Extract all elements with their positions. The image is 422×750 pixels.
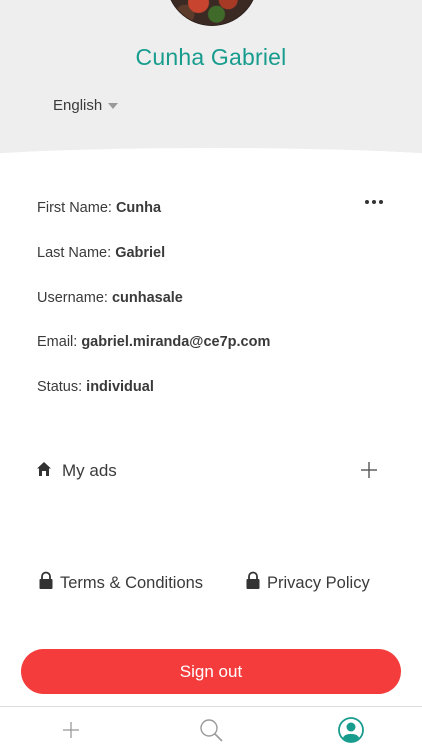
language-selector[interactable]: English (53, 95, 119, 115)
status-label: Status: (37, 379, 83, 395)
bottom-tab-bar (0, 706, 422, 750)
user-icon (338, 717, 364, 743)
username-label: Username: (37, 290, 108, 306)
language-label: English (53, 96, 103, 114)
status-value: individual (86, 379, 154, 395)
username-row: Username: cunhasale (37, 290, 183, 306)
tab-search[interactable] (198, 717, 224, 743)
my-ads-label: My ads (62, 461, 117, 480)
last-name-label: Last Name: (37, 245, 112, 261)
profile-name: Cunha Gabriel (135, 44, 287, 70)
add-ad-button[interactable] (358, 459, 380, 481)
header-curve (0, 148, 422, 160)
email-value: gabriel.miranda@ce7p.com (81, 334, 271, 350)
first-name-row: First Name: Cunha (37, 200, 161, 216)
first-name-label: First Name: (37, 200, 112, 216)
plus-icon (361, 462, 377, 478)
email-label: Email: (37, 334, 78, 350)
lock-icon (245, 571, 261, 595)
tab-profile[interactable] (338, 717, 364, 743)
status-row: Status: individual (37, 379, 154, 395)
plus-icon (63, 722, 79, 738)
privacy-label: Privacy Policy (267, 573, 370, 592)
more-dot (379, 200, 383, 204)
lock-icon (38, 571, 54, 595)
last-name-value: Gabriel (115, 245, 166, 261)
terms-label: Terms & Conditions (60, 573, 204, 592)
username-value: cunhasale (111, 290, 183, 306)
email-row: Email: gabriel.miranda@ce7p.com (37, 334, 270, 350)
first-name-value: Cunha (115, 200, 162, 216)
privacy-link[interactable]: Privacy Policy (245, 571, 370, 595)
last-name-row: Last Name: Gabriel (37, 245, 165, 261)
more-options-button[interactable] (362, 194, 386, 210)
terms-link[interactable]: Terms & Conditions (38, 571, 204, 595)
tab-add[interactable] (58, 717, 84, 743)
profile-avatar (166, 0, 258, 26)
sign-out-button[interactable]: Sign out (21, 649, 401, 694)
my-ads-row[interactable]: My ads (36, 458, 386, 484)
search-icon (200, 719, 223, 742)
more-dot (365, 200, 369, 204)
more-dot (372, 200, 376, 204)
home-icon (36, 461, 52, 482)
caret-down-icon (108, 102, 119, 109)
profile-header: Cunha Gabriel English (0, 0, 422, 160)
